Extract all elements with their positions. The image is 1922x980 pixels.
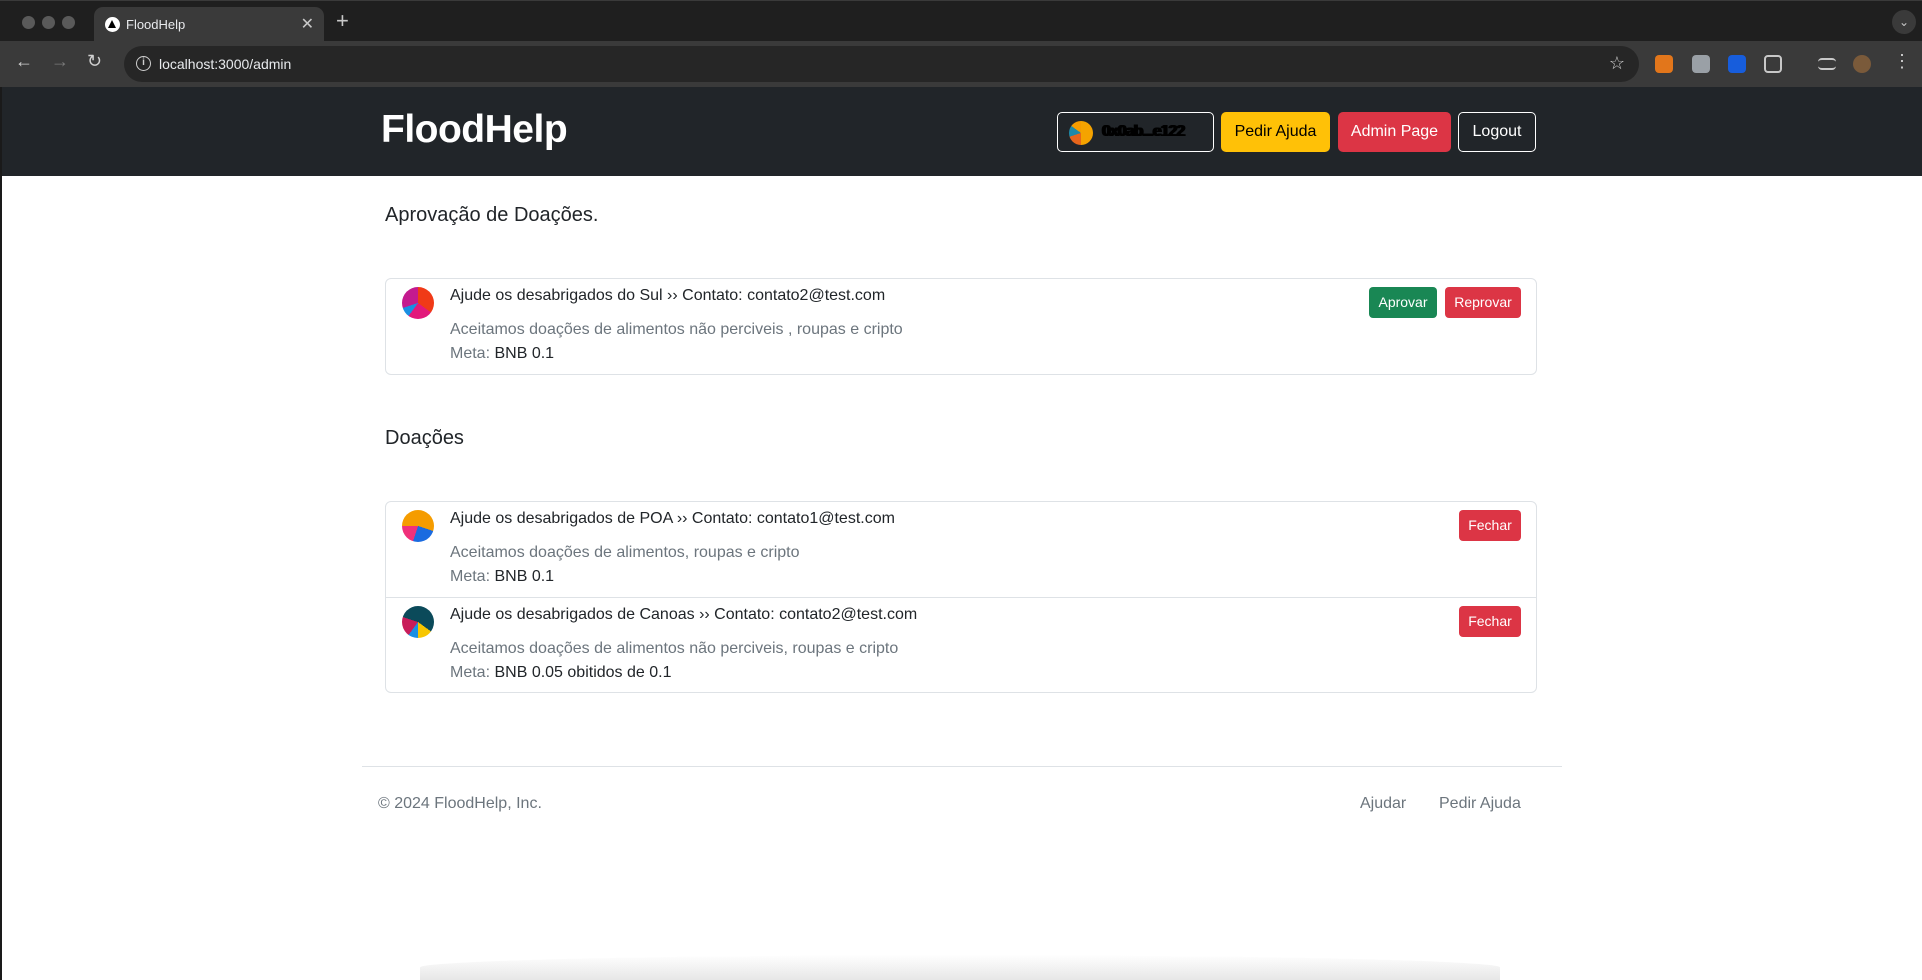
wallet-button[interactable]: 0x0ab...e122 — [1057, 112, 1214, 152]
minimize-window-icon[interactable] — [42, 16, 55, 29]
meta-label: Meta: — [450, 568, 495, 585]
donations-list: Ajude os desabrigados de POA ›› Contato:… — [385, 501, 1537, 693]
app-header: FloodHelp 0x0ab...e122 Pedir Ajuda Admin… — [2, 87, 1922, 176]
forward-icon[interactable]: → — [51, 51, 69, 72]
url-text[interactable]: localhost:3000/admin — [159, 56, 291, 72]
extension-icon[interactable] — [1692, 55, 1710, 73]
tab-title: FloodHelp — [126, 17, 186, 32]
bottom-shadow — [420, 955, 1500, 980]
tab-search-icon[interactable]: ⌄ — [1892, 10, 1916, 34]
maximize-window-icon[interactable] — [62, 16, 75, 29]
footer-copyright: © 2024 FloodHelp, Inc. — [378, 795, 542, 812]
campaign-description: Aceitamos doações de alimentos, roupas e… — [450, 544, 800, 561]
brand-logo[interactable]: FloodHelp — [381, 108, 568, 152]
meta-label: Meta: — [450, 664, 495, 681]
close-window-icon[interactable] — [22, 16, 35, 29]
reject-button[interactable]: Reprovar — [1445, 287, 1521, 318]
campaign-avatar — [402, 510, 434, 542]
metamask-extension-icon[interactable] — [1655, 55, 1673, 73]
new-tab-button[interactable]: + — [336, 8, 349, 34]
pedir-ajuda-button[interactable]: Pedir Ajuda — [1221, 112, 1330, 152]
address-bar[interactable]: i localhost:3000/admin ☆ — [124, 46, 1639, 82]
footer-link-pedir-ajuda[interactable]: Pedir Ajuda — [1439, 795, 1521, 813]
campaign-title: Ajude os desabrigados do Sul ›› Contato:… — [450, 287, 886, 304]
profile-avatar[interactable] — [1853, 55, 1871, 73]
reload-icon[interactable]: ↻ — [87, 51, 102, 72]
meta-value: BNB 0.1 — [494, 345, 555, 362]
browser-menu-icon[interactable]: ⋮ — [1893, 51, 1911, 72]
wallet-address: 0x0ab...e122 — [1102, 123, 1185, 140]
close-donation-button[interactable]: Fechar — [1459, 606, 1521, 637]
admin-page-button[interactable]: Admin Page — [1338, 112, 1451, 152]
bitwarden-extension-icon[interactable] — [1728, 55, 1746, 73]
list-item: Ajude os desabrigados de Canoas ›› Conta… — [386, 597, 1536, 692]
campaign-title: Ajude os desabrigados de Canoas ›› Conta… — [450, 606, 918, 623]
campaign-meta: Meta: BNB 0.1 — [450, 568, 554, 586]
donations-section-title: Doações — [385, 427, 464, 449]
campaign-meta: Meta: BNB 0.1 — [450, 345, 554, 363]
extensions-puzzle-icon[interactable] — [1764, 55, 1782, 73]
list-item: Ajude os desabrigados do Sul ›› Contato:… — [386, 279, 1536, 374]
browser-tabbar: FloodHelp ✕ + ⌄ — [0, 0, 1922, 42]
campaign-title: Ajude os desabrigados de POA ›› Contato:… — [450, 510, 895, 527]
list-item: Ajude os desabrigados de POA ›› Contato:… — [386, 502, 1536, 597]
footer-divider — [362, 766, 1562, 767]
meta-label: Meta: — [450, 345, 495, 362]
campaign-avatar — [402, 287, 434, 319]
approve-button[interactable]: Aprovar — [1369, 287, 1437, 318]
close-donation-button[interactable]: Fechar — [1459, 510, 1521, 541]
campaign-avatar — [402, 606, 434, 638]
back-icon[interactable]: ← — [15, 51, 33, 72]
browser-toolbar: ← → ↻ i localhost:3000/admin ☆ ⋮ — [0, 41, 1922, 87]
footer-link-ajudar[interactable]: Ajudar — [1360, 795, 1406, 813]
campaign-meta: Meta: BNB 0.05 obitidos de 0.1 — [450, 664, 671, 682]
approval-list: Ajude os desabrigados do Sul ›› Contato:… — [385, 278, 1537, 375]
meta-value: BNB 0.05 obitidos de 0.1 — [494, 664, 672, 681]
window-edge — [0, 87, 2, 980]
close-tab-icon[interactable]: ✕ — [301, 14, 314, 34]
favicon-icon — [105, 17, 120, 32]
wallet-avatar — [1069, 121, 1093, 145]
site-info-icon[interactable]: i — [136, 56, 151, 71]
meta-value: BNB 0.1 — [494, 568, 555, 585]
logout-button[interactable]: Logout — [1458, 112, 1536, 152]
campaign-description: Aceitamos doações de alimentos não perci… — [450, 640, 899, 657]
campaign-description: Aceitamos doações de alimentos não perci… — [450, 321, 903, 338]
approval-section-title: Aprovação de Doações. — [385, 204, 599, 226]
reading-list-icon[interactable] — [1818, 58, 1836, 70]
browser-tab[interactable]: FloodHelp ✕ — [94, 7, 324, 42]
bookmark-star-icon[interactable]: ☆ — [1609, 53, 1625, 74]
